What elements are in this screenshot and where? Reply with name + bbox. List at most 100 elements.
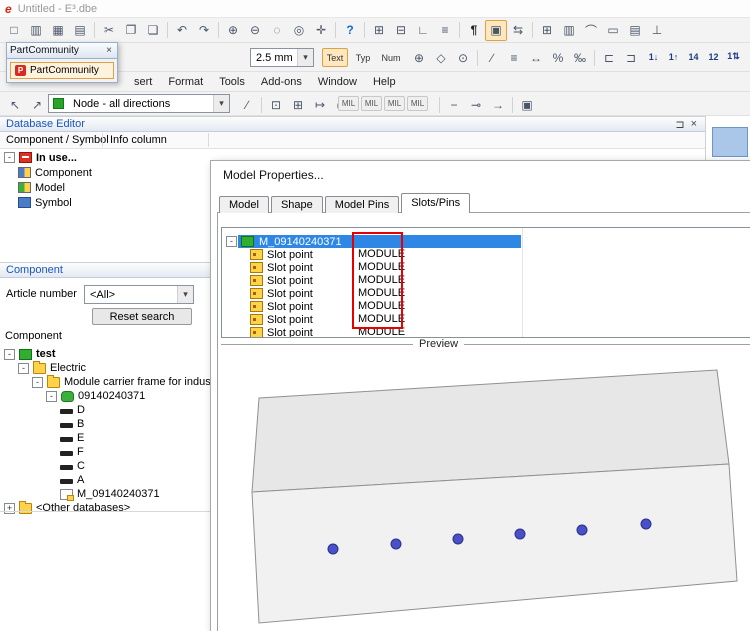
dialog-tab[interactable]: Slots/Pins (401, 193, 470, 213)
article-number-combo[interactable]: <All> ▾ (84, 285, 194, 304)
dialog-tab[interactable]: Shape (271, 196, 323, 213)
menu-item[interactable]: sert (126, 72, 160, 92)
separator[interactable] (218, 22, 219, 38)
tree-item[interactable]: + <Other databases> (0, 501, 210, 515)
expander-icon[interactable]: - (32, 377, 43, 388)
slot-row[interactable]: Slot point MODULE (222, 287, 750, 300)
slot-row[interactable]: Slot point MODULE (222, 261, 750, 274)
tree-item[interactable]: - test (0, 347, 210, 361)
grid-snap-icon[interactable]: ⊡ (265, 94, 287, 115)
separator[interactable] (512, 97, 513, 113)
close-icon[interactable]: × (104, 45, 114, 56)
junction-icon[interactable]: ⊙ (452, 47, 474, 68)
prev-view-icon[interactable]: ↖ (4, 94, 26, 115)
expander-icon[interactable]: - (226, 236, 237, 247)
minus-icon[interactable]: − (443, 94, 465, 115)
tree-item[interactable]: A (0, 473, 210, 487)
dialog-tab[interactable]: Model (219, 196, 269, 213)
separator[interactable] (594, 50, 595, 66)
chevron-down-icon[interactable]: ▾ (213, 95, 229, 112)
slot-row[interactable]: Slot point MODULE (222, 313, 750, 326)
partcommunity-item[interactable]: P PartCommunity (10, 62, 114, 79)
reset-search-button[interactable]: Reset search (92, 308, 192, 325)
column-component-symbol[interactable]: Component / Symbol (6, 134, 109, 146)
layer-icon[interactable]: ≡ (434, 20, 456, 41)
swap-icon[interactable]: ⇆ (507, 20, 529, 41)
separator[interactable] (335, 22, 336, 38)
paste-icon[interactable]: ❏ (142, 20, 164, 41)
table-icon[interactable]: ⊞ (536, 20, 558, 41)
menu-item[interactable]: Add-ons (253, 72, 310, 92)
slots-root-row[interactable]: - M_09140240371 (222, 235, 750, 248)
sort-down-icon[interactable]: 1↓ (644, 48, 663, 65)
tree-item[interactable]: - Electric (0, 361, 210, 375)
pan-icon[interactable]: ✛ (310, 20, 332, 41)
tree-item[interactable]: Model (0, 180, 210, 195)
tree-item[interactable]: Component (0, 165, 210, 180)
undo-icon[interactable]: ↶ (171, 20, 193, 41)
arrow-right-icon[interactable]: → (487, 94, 509, 115)
multimap-icon[interactable]: ⊸ (465, 94, 487, 115)
tree-item[interactable]: - 09140240371 (0, 389, 210, 403)
pin-icon[interactable]: ⊐ (672, 118, 687, 131)
new-icon[interactable]: □ (3, 20, 25, 41)
help-icon[interactable]: ? (339, 20, 361, 41)
tree-item[interactable]: D (0, 403, 210, 417)
zoom-fit-icon[interactable]: ◎ (288, 20, 310, 41)
columns-icon[interactable]: ▥ (558, 20, 580, 41)
image-icon[interactable]: ▣ (516, 94, 538, 115)
grid-show-icon[interactable]: ⊞ (287, 94, 309, 115)
grid14-icon[interactable]: 14 (684, 48, 703, 65)
grid-size-combo[interactable]: 2.5 mm ▾ (250, 48, 314, 67)
slot-row[interactable]: Slot point MODULE (222, 274, 750, 287)
insert-symbol-icon[interactable]: ⊕ (408, 47, 430, 68)
tree-item[interactable]: M_09140240371 (0, 487, 210, 501)
snap-icon[interactable]: ⊟ (390, 20, 412, 41)
arc-icon[interactable]: ⌒ (580, 20, 602, 41)
cut-icon[interactable]: ✂ (98, 20, 120, 41)
format-marks-icon[interactable]: ▣ (485, 20, 507, 41)
slot-row[interactable]: Slot point MODULE (222, 326, 750, 338)
align-left-icon[interactable]: ⊏ (598, 47, 620, 68)
percent-icon[interactable]: % (547, 47, 569, 68)
next-view-icon[interactable]: ↗ (26, 94, 48, 115)
expander-icon[interactable]: - (46, 391, 57, 402)
menu-item[interactable]: Help (365, 72, 404, 92)
tree-item[interactable]: B (0, 417, 210, 431)
line-icon[interactable]: ∕ (481, 47, 503, 68)
tree-item[interactable]: C (0, 459, 210, 473)
menu-item[interactable]: Window (310, 72, 365, 92)
mil-button[interactable]: MIL (361, 96, 382, 111)
slot-row[interactable]: Slot point MODULE (222, 300, 750, 313)
expander-icon[interactable]: - (4, 152, 15, 163)
tree-item[interactable]: F (0, 445, 210, 459)
zoom-in-icon[interactable]: ⊕ (222, 20, 244, 41)
save-icon[interactable]: ▦ (47, 20, 69, 41)
menu-item[interactable]: Format (160, 72, 211, 92)
jump-right-icon[interactable]: ↦ (309, 94, 331, 115)
align-right-icon[interactable]: ⊐ (620, 47, 642, 68)
slash-icon[interactable]: ∕ (236, 94, 258, 115)
mil-button[interactable]: MIL (384, 96, 405, 111)
expander-icon[interactable]: - (18, 363, 29, 374)
menu-item[interactable]: Tools (211, 72, 253, 92)
typ-mode-button[interactable]: Typ (350, 48, 376, 67)
node-icon[interactable]: ◇ (430, 47, 452, 68)
tree-item[interactable]: - Module carrier frame for industrial c (0, 375, 210, 389)
zoom-out-icon[interactable]: ⊖ (244, 20, 266, 41)
copy-icon[interactable]: ❐ (120, 20, 142, 41)
range-icon[interactable]: 1⇅ (724, 48, 743, 65)
separator[interactable] (364, 22, 365, 38)
column-info[interactable]: Info column (110, 134, 167, 146)
grid-icon[interactable]: ⊞ (368, 20, 390, 41)
open-icon[interactable]: ▥ (25, 20, 47, 41)
num-mode-button[interactable]: Num (378, 48, 404, 67)
tree-item[interactable]: Symbol (0, 195, 210, 210)
separator[interactable] (532, 22, 533, 38)
terminal-icon[interactable]: ⊥ (646, 20, 668, 41)
grid12-icon[interactable]: 12 (704, 48, 723, 65)
dimension-icon[interactable]: ↔ (525, 47, 547, 68)
node-direction-combo[interactable]: Node - all directions ▾ (48, 94, 230, 113)
dialog-tab[interactable]: Model Pins (325, 196, 399, 213)
mil-button[interactable]: MIL (338, 96, 359, 111)
